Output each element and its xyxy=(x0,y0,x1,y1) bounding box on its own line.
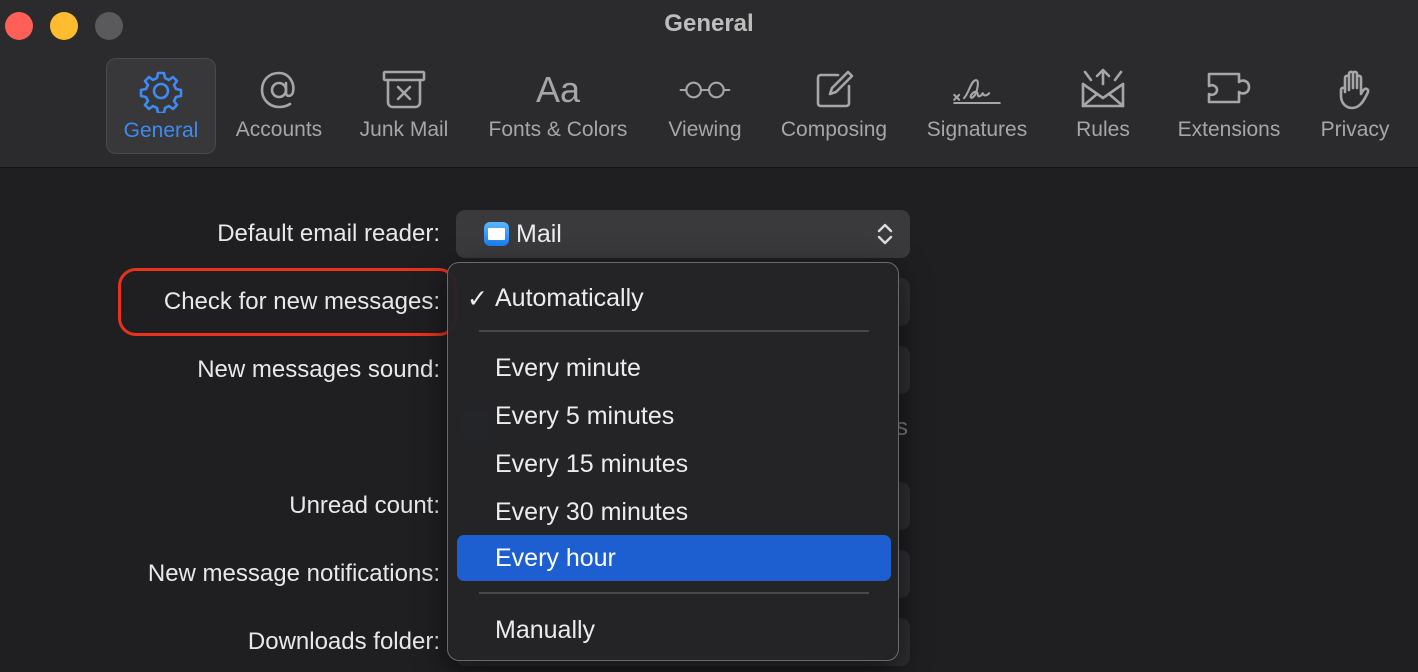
rules-envelope-icon xyxy=(1077,68,1129,112)
default-email-reader-value: Mail xyxy=(516,220,562,248)
tab-fonts-colors[interactable]: Aa Fonts & Colors xyxy=(476,58,640,154)
menu-item-label: Every minute xyxy=(495,354,641,382)
menu-item-every-15-minutes[interactable]: Every 15 minutes xyxy=(457,441,891,487)
menu-separator xyxy=(479,592,869,594)
tab-junk-mail[interactable]: Junk Mail xyxy=(344,58,464,154)
tab-label: Viewing xyxy=(668,118,742,141)
tab-accounts[interactable]: Accounts xyxy=(224,58,334,154)
junk-tray-icon xyxy=(378,68,430,112)
tab-label: Signatures xyxy=(926,118,1028,141)
tab-general[interactable]: General xyxy=(106,58,216,154)
tab-label: Junk Mail xyxy=(359,118,449,141)
tab-viewing[interactable]: Viewing xyxy=(656,58,754,154)
annotation-highlight xyxy=(118,268,457,336)
menu-item-label: Manually xyxy=(495,616,596,644)
menu-item-label: Automatically xyxy=(495,284,644,312)
check-frequency-menu: ✓ Automatically Every minute Every 5 min… xyxy=(447,262,899,661)
tab-composing[interactable]: Composing xyxy=(770,58,898,154)
updown-chevron-icon xyxy=(876,222,894,251)
signature-icon xyxy=(951,68,1003,112)
menu-item-every-hour[interactable]: Every hour xyxy=(457,535,891,581)
compose-icon xyxy=(808,68,860,112)
puzzle-icon xyxy=(1203,68,1255,112)
tab-label: General xyxy=(123,119,199,142)
tab-extensions[interactable]: Extensions xyxy=(1166,58,1292,154)
unread-count-label: Unread count: xyxy=(289,492,440,519)
tab-label: Privacy xyxy=(1320,118,1390,141)
mail-app-icon xyxy=(484,222,509,246)
tab-rules[interactable]: Rules xyxy=(1060,58,1146,154)
downloads-folder-label: Downloads folder: xyxy=(247,628,440,655)
tab-privacy[interactable]: Privacy xyxy=(1310,58,1400,154)
menu-item-every-30-minutes[interactable]: Every 30 minutes xyxy=(457,489,891,535)
menu-item-every-5-minutes[interactable]: Every 5 minutes xyxy=(457,393,891,439)
window-title: General xyxy=(664,10,754,37)
tab-label: Extensions xyxy=(1177,118,1281,141)
menu-item-every-minute[interactable]: Every minute xyxy=(457,345,891,391)
gear-icon xyxy=(135,69,187,113)
tab-label: Rules xyxy=(1076,118,1130,141)
menu-item-label: Every hour xyxy=(495,544,616,572)
at-sign-icon xyxy=(253,68,305,112)
new-message-notifications-label: New message notifications: xyxy=(147,560,440,587)
menu-item-manually[interactable]: Manually xyxy=(457,607,891,653)
tab-label: Accounts xyxy=(235,118,323,141)
tab-label: Fonts & Colors xyxy=(488,118,628,141)
menu-item-automatically[interactable]: ✓ Automatically xyxy=(457,275,891,321)
default-email-reader-label: Default email reader: xyxy=(217,220,440,247)
menu-item-label: Every 30 minutes xyxy=(495,498,689,526)
default-email-reader-popup[interactable]: Mail xyxy=(456,210,910,258)
window-toolbar: General General Accounts Junk Mail Aa Fo… xyxy=(0,0,1418,168)
font-aa-icon: Aa xyxy=(535,69,581,110)
menu-item-label: Every 5 minutes xyxy=(495,402,675,430)
tab-signatures[interactable]: Signatures xyxy=(914,58,1040,154)
hand-icon xyxy=(1329,68,1381,112)
menu-item-label: Every 15 minutes xyxy=(495,450,689,478)
checkmark-icon: ✓ xyxy=(467,284,488,313)
new-messages-sound-label: New messages sound: xyxy=(197,356,440,383)
glasses-icon xyxy=(679,68,731,112)
tab-label: Composing xyxy=(780,118,888,141)
menu-separator xyxy=(479,330,869,332)
